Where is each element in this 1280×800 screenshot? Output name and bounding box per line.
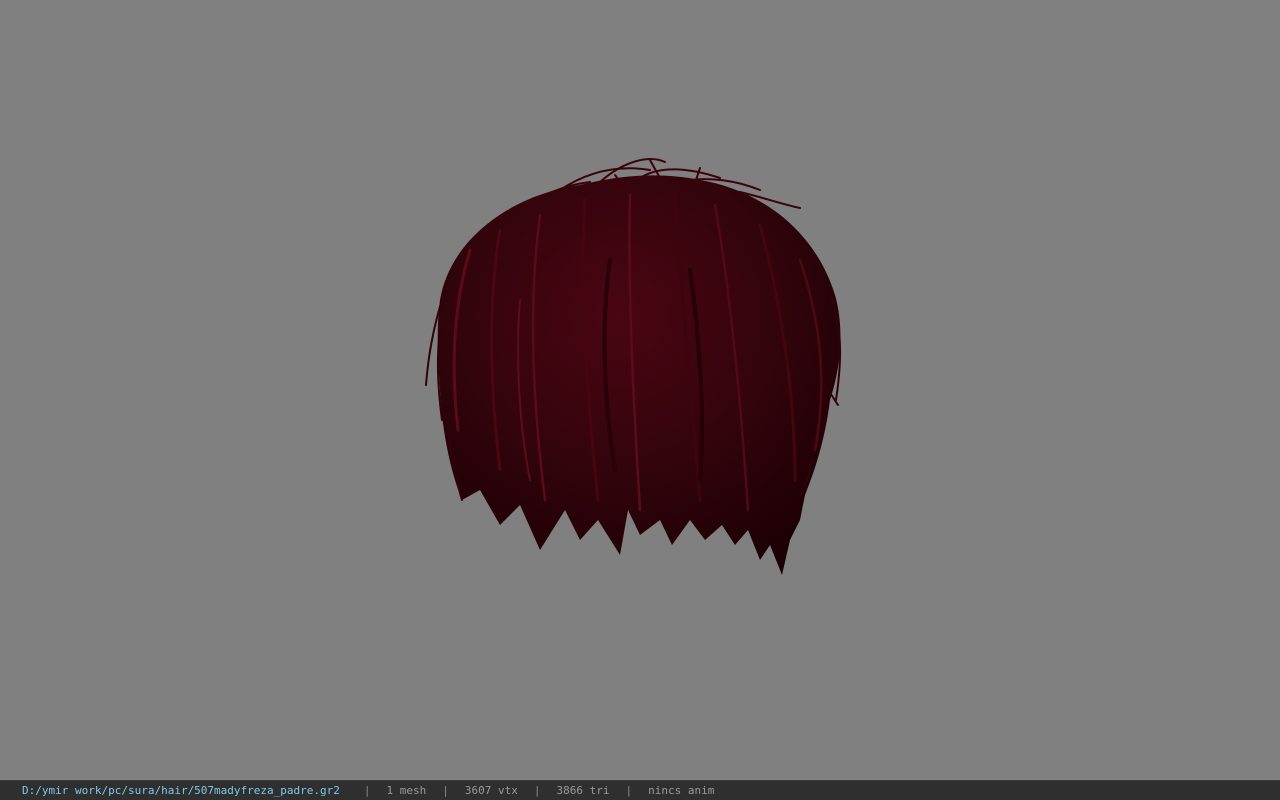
status-separator: | — [363, 784, 371, 797]
status-bar: D:/ymir work/pc/sura/hair/507madyfreza_p… — [0, 780, 1280, 800]
status-separator: | — [533, 784, 541, 797]
mesh-count-label: 1 mesh — [386, 784, 427, 797]
triangle-count-label: 3866 tri — [556, 784, 610, 797]
3d-viewport[interactable] — [0, 0, 1280, 780]
hair-model[interactable] — [0, 0, 1280, 780]
status-separator: | — [442, 784, 449, 797]
status-separator: | — [625, 784, 633, 797]
animation-status-label: nincs anim — [648, 784, 715, 797]
vertex-count-label: 3607 vtx — [464, 784, 518, 797]
file-path-label: D:/ymir work/pc/sura/hair/507madyfreza_p… — [22, 784, 340, 797]
